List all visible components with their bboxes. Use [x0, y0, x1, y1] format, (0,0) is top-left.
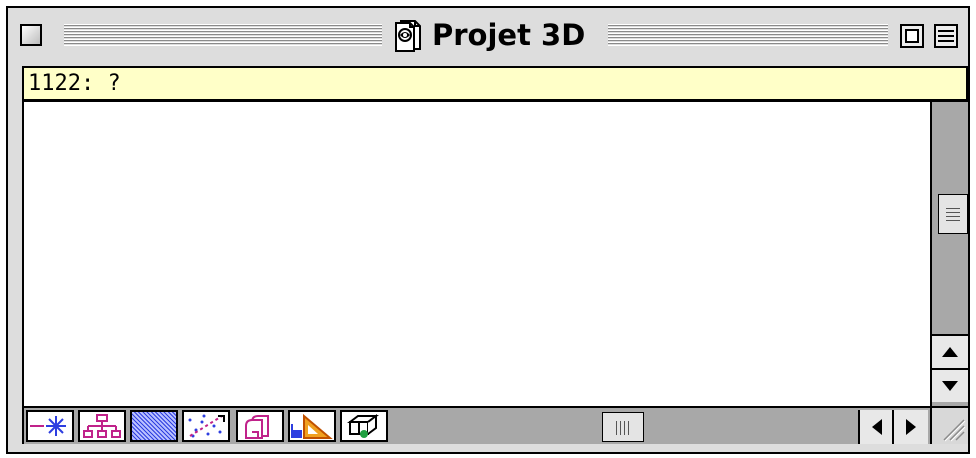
- arrow-right-icon: [906, 419, 916, 435]
- window-title-group: Projet 3D: [386, 18, 592, 52]
- arrow-left-icon: [872, 419, 882, 435]
- thumb-grip: [628, 421, 629, 435]
- stacked-layers-icon: [245, 415, 269, 439]
- thumb-grip: [624, 421, 625, 435]
- content-area[interactable]: [22, 102, 930, 406]
- zoom-box[interactable]: [900, 24, 924, 48]
- thumb-grip: [620, 421, 621, 435]
- vertical-scrollbar[interactable]: [930, 102, 968, 406]
- thumb-grip: [946, 216, 960, 217]
- tool-button-layers[interactable]: [236, 410, 284, 442]
- vertical-scroll-thumb[interactable]: [938, 194, 968, 234]
- tool-button-pattern-fill[interactable]: [130, 410, 178, 442]
- scroll-up-button[interactable]: [932, 334, 968, 368]
- blue-pattern-fill-icon: [132, 412, 176, 440]
- thumb-grip: [946, 220, 960, 221]
- arrow-up-icon: [942, 347, 958, 357]
- title-bar[interactable]: Projet 3D: [8, 8, 968, 62]
- hierarchy-tree-icon: [83, 414, 121, 438]
- collapse-box[interactable]: [934, 24, 958, 48]
- scroll-right-button[interactable]: [892, 410, 928, 444]
- scroll-left-button[interactable]: [858, 410, 894, 444]
- 3d-box-view-icon: [347, 414, 379, 438]
- title-bar-stripes-left: [64, 24, 382, 46]
- thumb-grip: [946, 212, 960, 213]
- snowflake-line-icon: [30, 416, 66, 436]
- tool-button-3d-view[interactable]: [340, 410, 388, 442]
- collapse-line: [938, 35, 954, 37]
- thumb-grip: [946, 208, 960, 209]
- resize-grip[interactable]: [930, 406, 968, 444]
- set-square-ruler-icon: [291, 413, 333, 439]
- arrow-down-icon: [942, 381, 958, 391]
- collapse-line: [938, 40, 954, 42]
- thumb-grip: [616, 421, 617, 435]
- title-bar-stripes-right: [608, 24, 888, 46]
- tool-button-snowflake[interactable]: [26, 410, 74, 442]
- tool-button-set-square[interactable]: [288, 410, 336, 442]
- document-icon: [395, 20, 421, 52]
- window-title: Projet 3D: [432, 18, 586, 52]
- tool-button-scatter[interactable]: [182, 410, 230, 442]
- status-input-field[interactable]: 1122: ?: [22, 66, 968, 102]
- scroll-down-button[interactable]: [932, 368, 968, 402]
- project-window: Projet 3D 1122: ?: [6, 6, 970, 454]
- collapse-line: [938, 30, 954, 32]
- scatter-points-icon: [188, 414, 225, 438]
- bottom-toolbar: [22, 406, 930, 444]
- tool-button-hierarchy[interactable]: [78, 410, 126, 442]
- horizontal-scroll-thumb[interactable]: [602, 412, 644, 442]
- close-box[interactable]: [20, 24, 42, 46]
- zoom-box-inner: [905, 29, 919, 43]
- resize-grip-icon: [943, 419, 966, 442]
